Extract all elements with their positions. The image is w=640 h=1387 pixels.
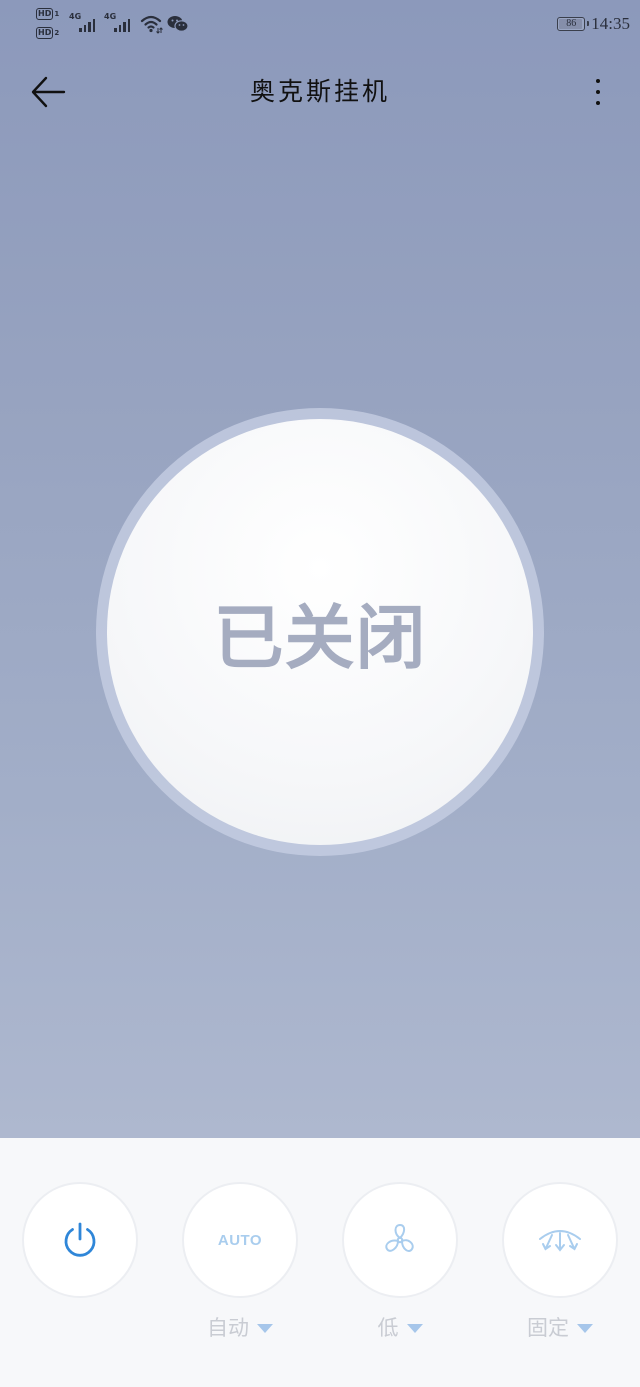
more-options-button[interactable] [586, 68, 610, 116]
battery-icon: 86 [557, 17, 590, 31]
swing-icon [539, 1230, 581, 1252]
page-title: 奥克斯挂机 [249, 77, 390, 106]
clock: 14:35 [591, 14, 630, 33]
status-icons-right: 86 14:35 [557, 13, 630, 35]
caret-down-icon [406, 1324, 423, 1333]
wechat-icon [167, 16, 189, 32]
sim2-index: 2 [54, 29, 60, 37]
mode-control: AUTO 自动 [180, 1182, 300, 1340]
power-icon [64, 1222, 96, 1257]
mode-label: 自动 [207, 1316, 249, 1340]
fan-speed-label: 低 [377, 1316, 399, 1340]
arrow-left-icon [31, 76, 66, 108]
status-bar: HD 1 HD 2 4G 4G 86 14:35 [0, 0, 640, 48]
hd-badge-sim1: HD 1 [36, 8, 60, 21]
power-status-text: 已关闭 [213, 596, 427, 679]
title-bar: 奥克斯挂机 [0, 62, 640, 122]
power-button[interactable] [22, 1182, 138, 1298]
mode-dropdown[interactable]: 自动 [180, 1312, 300, 1342]
swing-button[interactable] [502, 1182, 618, 1298]
fan-speed-dropdown[interactable]: 低 [340, 1312, 460, 1342]
auto-icon: AUTO [217, 1231, 263, 1249]
more-dot [596, 79, 600, 83]
main-background: HD 1 HD 2 4G 4G 86 14:35 奥克斯挂机 已关闭 [0, 0, 640, 1138]
hd-text: HD [36, 8, 54, 20]
power-status-button[interactable]: 已关闭 [107, 419, 533, 845]
swing-label: 固定 [527, 1316, 569, 1340]
power-control [20, 1182, 140, 1298]
power-status-ring: 已关闭 [96, 408, 544, 856]
sim1-index: 1 [54, 10, 60, 18]
battery-level: 86 [566, 18, 577, 29]
fan-speed-control: 低 [340, 1182, 460, 1340]
more-dot [596, 101, 600, 105]
more-dot [596, 90, 600, 94]
swing-control: 固定 [500, 1182, 620, 1340]
hd-text: HD [36, 27, 54, 39]
back-button[interactable] [24, 68, 72, 116]
control-panel: AUTO 自动 低 固定 [0, 1138, 640, 1387]
wifi-icon [140, 15, 163, 34]
fan-icon [385, 1224, 414, 1252]
caret-down-icon [577, 1324, 593, 1333]
fan-speed-button[interactable] [342, 1182, 458, 1298]
swing-dropdown[interactable]: 固定 [500, 1312, 620, 1342]
mode-button[interactable]: AUTO [182, 1182, 298, 1298]
caret-down-icon [257, 1324, 273, 1333]
hd-badge-sim2: HD 2 [36, 27, 60, 40]
